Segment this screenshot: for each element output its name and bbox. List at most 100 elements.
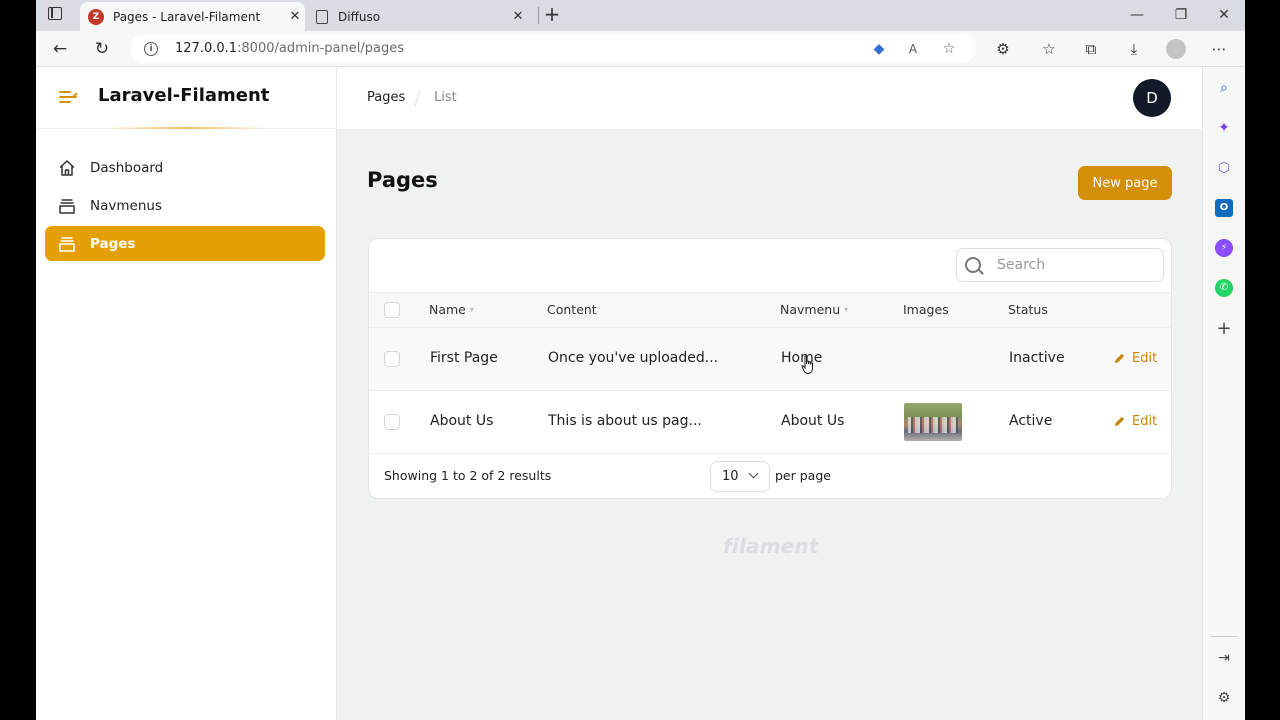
laravel-filament-favicon-icon: Z <box>88 8 104 25</box>
per-page-select[interactable]: 10 <box>710 461 770 492</box>
profile-icon[interactable] <box>1166 39 1186 59</box>
tab-strip: Z Pages - Laravel-Filament ✕ Diffuso ✕ +… <box>36 0 1245 31</box>
address-bar: ← ↻ i 127.0.0.1:8000/admin-panel/pages ◆… <box>36 31 1245 67</box>
brand-underline <box>106 127 266 129</box>
table-header: Name ▾ Content Navmenu ▾ Images Status <box>369 292 1171 328</box>
sidebar-item-label: Dashboard <box>90 159 164 176</box>
table-footer: Showing 1 to 2 of 2 results 10 per page <box>369 454 1171 498</box>
brand-row: Laravel-Filament <box>36 67 337 129</box>
tab-title: Pages - Laravel-Filament <box>113 9 261 24</box>
row-checkbox[interactable] <box>384 414 400 430</box>
column-header-label: Status <box>1008 302 1048 317</box>
page-image-thumbnail[interactable] <box>904 403 962 441</box>
column-header-images: Images <box>903 302 949 317</box>
sidebar-item-navmenus[interactable]: Navmenus <box>45 188 325 223</box>
sort-icon: ▾ <box>469 305 474 314</box>
search-icon[interactable]: ⌕ <box>1215 79 1233 97</box>
breadcrumb-separator <box>414 89 421 107</box>
row-checkbox[interactable] <box>384 351 400 367</box>
column-header-name[interactable]: Name ▾ <box>429 302 474 317</box>
minimize-icon[interactable]: — <box>1122 4 1152 26</box>
restore-icon[interactable]: ❐ <box>1166 4 1196 26</box>
avatar[interactable]: D <box>1133 79 1171 117</box>
close-icon[interactable]: ✕ <box>508 9 528 24</box>
edit-label: Edit <box>1132 351 1158 366</box>
tab-diffuso[interactable]: Diffuso ✕ <box>310 2 528 31</box>
table-row[interactable]: About Us This is about us pag... About U… <box>369 391 1171 454</box>
hand-cursor-icon <box>801 355 813 375</box>
select-all-checkbox[interactable] <box>384 302 400 318</box>
downloads-icon[interactable]: ⤓ <box>1124 39 1144 59</box>
column-header-label: Navmenu <box>780 302 841 317</box>
filament-logo: filament <box>723 534 819 558</box>
edit-link[interactable]: Edit <box>1113 414 1157 429</box>
extensions-icon[interactable]: ⚙ <box>993 39 1013 59</box>
info-icon[interactable]: i <box>144 41 158 56</box>
column-header-label: Images <box>903 302 949 317</box>
column-header-label: Name <box>429 302 466 317</box>
hide-sidebar-icon[interactable]: ⇥ <box>1215 649 1233 667</box>
browser-sidebar: ⌕ ✦ ⬡ O ⚡ ✆ + ⇥ ⚙ <box>1202 67 1245 720</box>
favorites-icon[interactable]: ☆ <box>1039 39 1059 59</box>
url-path: :8000/admin-panel/pages <box>237 41 404 56</box>
copilot-icon[interactable]: ✦ <box>1215 119 1233 137</box>
sidebar-divider <box>1211 636 1238 637</box>
cell-navmenu: About Us <box>781 413 845 429</box>
chevron-down-icon <box>748 468 759 479</box>
page-title: Pages <box>367 168 438 192</box>
column-header-status: Status <box>1008 302 1048 317</box>
breadcrumb-pages[interactable]: Pages <box>367 90 405 105</box>
sidebar-item-dashboard[interactable]: Dashboard <box>45 150 325 185</box>
search-input[interactable] <box>997 257 1157 273</box>
cell-status: Inactive <box>1009 350 1065 366</box>
messenger-icon[interactable]: ⚡ <box>1215 239 1233 257</box>
url-field[interactable]: i 127.0.0.1:8000/admin-panel/pages ◆ A ☆ <box>130 34 976 63</box>
read-aloud-icon[interactable]: A <box>904 40 922 58</box>
new-tab-plus-icon[interactable]: + <box>541 3 563 27</box>
close-window-icon[interactable]: ✕ <box>1209 4 1239 26</box>
archive-box-icon <box>58 197 76 215</box>
cell-status: Active <box>1009 413 1053 429</box>
tab-actions-icon[interactable] <box>48 7 62 20</box>
archive-box-icon <box>58 235 76 253</box>
sort-icon: ▾ <box>844 305 849 314</box>
sidebar-item-label: Navmenus <box>90 197 162 214</box>
more-menu-icon[interactable]: ⋯ <box>1209 39 1229 59</box>
breadcrumb-list: List <box>434 90 457 105</box>
main-content: Pages List D Pages New page Name▾ Conten… <box>337 67 1202 720</box>
refresh-icon[interactable]: ↻ <box>90 37 114 61</box>
tab-pages[interactable]: Z Pages - Laravel-Filament ✕ <box>80 2 305 31</box>
url-host: 127.0.0.1 <box>175 41 238 56</box>
pencil-icon <box>1114 353 1125 364</box>
collections-icon[interactable]: ⧉ <box>1081 39 1101 59</box>
settings-gear-icon[interactable]: ⚙ <box>1215 689 1233 707</box>
tab-title: Diffuso <box>338 9 381 24</box>
edit-label: Edit <box>1132 414 1158 429</box>
whatsapp-icon[interactable]: ✆ <box>1215 279 1233 297</box>
cell-content: This is about us pag... <box>548 413 702 429</box>
search-icon <box>965 257 981 273</box>
sidebar-item-pages[interactable]: Pages <box>45 226 325 261</box>
add-icon[interactable]: + <box>1215 320 1233 338</box>
office-icon[interactable]: ⬡ <box>1215 159 1233 177</box>
new-page-button[interactable]: New page <box>1078 166 1172 200</box>
app-sidebar: Laravel-Filament Dashboard Navmenus Page… <box>36 67 337 720</box>
edit-link[interactable]: Edit <box>1113 351 1157 366</box>
add-favorite-icon[interactable]: ☆ <box>940 40 958 58</box>
table-row[interactable]: First Page Once you've uploaded... Home … <box>369 328 1171 391</box>
close-icon[interactable]: ✕ <box>285 9 305 24</box>
collapse-menu-icon[interactable] <box>59 89 79 105</box>
column-header-navmenu[interactable]: Navmenu ▾ <box>780 302 848 317</box>
top-bar: Pages List D <box>337 67 1202 129</box>
cell-name: About Us <box>430 413 494 429</box>
browser-window: Z Pages - Laravel-Filament ✕ Diffuso ✕ +… <box>36 0 1245 720</box>
back-arrow-icon[interactable]: ← <box>48 37 72 61</box>
tab-divider <box>538 7 539 24</box>
pagination-summary: Showing 1 to 2 of 2 results <box>384 468 552 483</box>
sidebar-item-label: Pages <box>90 235 136 252</box>
brand-name[interactable]: Laravel-Filament <box>98 85 269 106</box>
column-header-label: Content <box>547 302 597 317</box>
shopping-tag-icon[interactable]: ◆ <box>870 40 888 58</box>
outlook-icon[interactable]: O <box>1215 199 1233 217</box>
search-field[interactable] <box>956 248 1164 282</box>
